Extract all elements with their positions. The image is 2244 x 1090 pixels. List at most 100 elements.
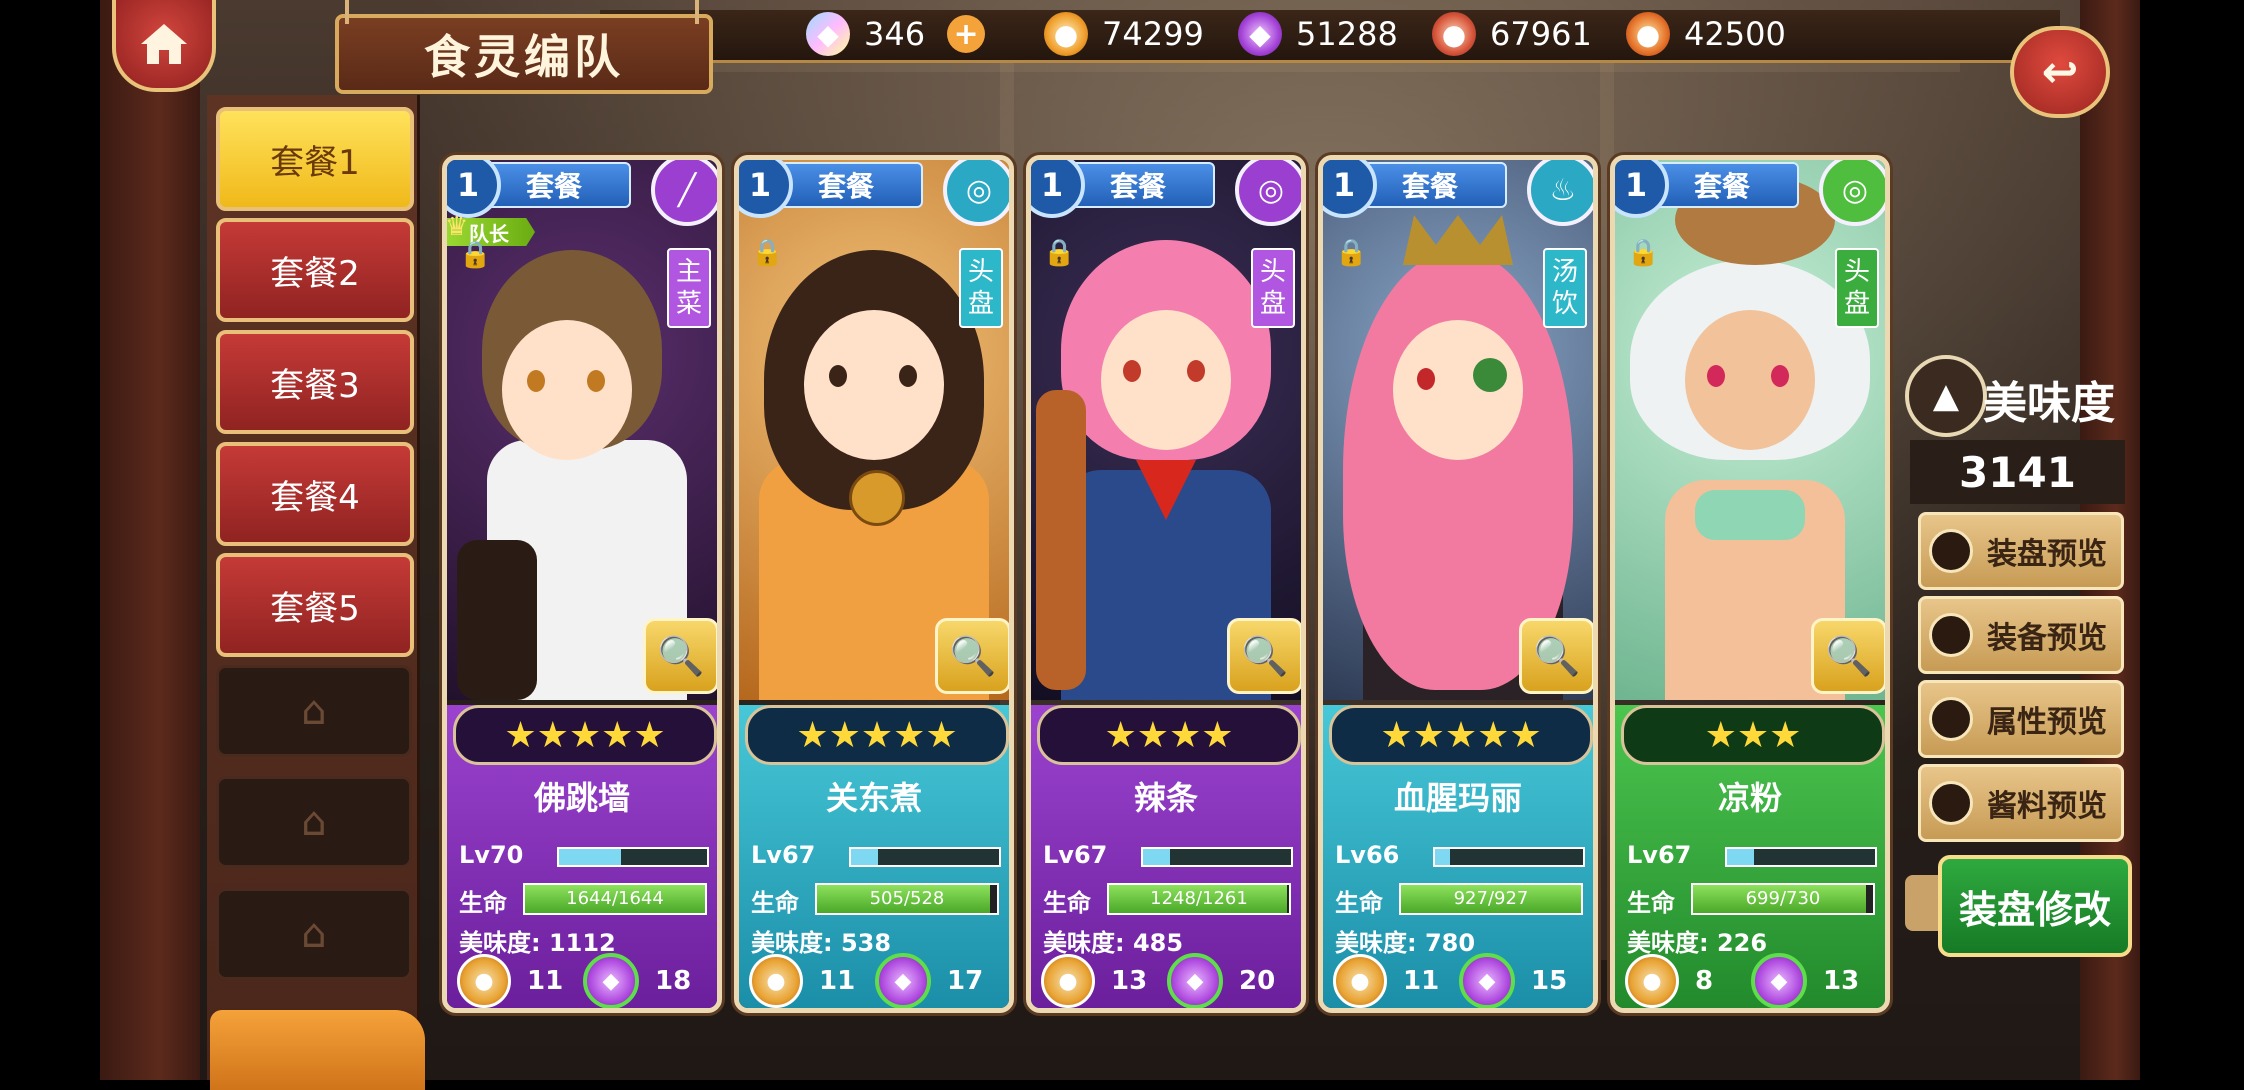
- oil-cost: 8: [1695, 966, 1714, 996]
- attribute-preview-label: 属性预览: [1987, 705, 2107, 740]
- exp-bar: [1141, 847, 1293, 867]
- tab-set-3[interactable]: 套餐3: [216, 330, 414, 434]
- home-button[interactable]: [112, 0, 216, 92]
- cost-row: ● 13 ◆ 20: [1041, 953, 1293, 1008]
- hp-bar: 699/730: [1691, 883, 1875, 915]
- swim-top: [1695, 490, 1805, 540]
- magnify-icon: 🔍: [1825, 633, 1873, 678]
- magnify-button[interactable]: 🔍: [1811, 618, 1885, 694]
- hp-label: 生命: [751, 889, 799, 917]
- rainbow-crystal-icon: ◆: [806, 12, 850, 56]
- locked-set-slot[interactable]: ⌂: [216, 888, 412, 980]
- bottom-orange-tab[interactable]: [210, 1010, 425, 1090]
- resource-meat: ● 67961: [1432, 12, 1592, 56]
- magnify-button[interactable]: 🔍: [935, 618, 1009, 694]
- tab-set-2[interactable]: 套餐2: [216, 218, 414, 322]
- gold-count: 42500: [1684, 15, 1786, 53]
- hp-value: 505/528: [869, 888, 945, 909]
- oil-cost: 11: [1403, 966, 1440, 996]
- tab-set-1[interactable]: 套餐1: [216, 107, 414, 211]
- cloche-lock-icon: ⌂: [301, 688, 327, 734]
- hp-value: 1644/1644: [566, 888, 664, 909]
- star-rating: ★★★★: [1037, 705, 1301, 765]
- hp-value: 927/927: [1453, 888, 1529, 909]
- taste-value: 美味度: 538: [751, 929, 892, 957]
- exp-fill: [851, 849, 878, 865]
- total-taste-number: 3141: [1959, 447, 2076, 497]
- tab-set-5[interactable]: 套餐5: [216, 553, 414, 657]
- lock-icon: 🔒: [751, 238, 784, 268]
- star-rating: ★★★★★: [745, 705, 1009, 765]
- attribute-preview-button[interactable]: 属性预览: [1918, 680, 2124, 758]
- cost-row: ● 8 ◆ 13: [1625, 953, 1877, 1008]
- star-icons: ★★★★: [1104, 714, 1234, 756]
- sauce-preview-label: 酱料预览: [1987, 789, 2107, 824]
- character-face: [1685, 310, 1815, 450]
- taste-value: 美味度: 485: [1043, 929, 1184, 957]
- food-soul-card-2[interactable]: 1 套餐 ◎ 头盘 🔒 🔍 ★★★★★ 关东煮 Lv67 生命 505/528 …: [734, 155, 1014, 1013]
- hp-label: 生命: [1043, 889, 1091, 917]
- plating-preview-button[interactable]: 装盘预览: [1918, 512, 2124, 590]
- character-face: [1101, 310, 1231, 450]
- position-number: 1: [456, 166, 480, 204]
- character-name: 凉粉: [1717, 779, 1782, 817]
- food-soul-card-1[interactable]: 1 套餐 ╱ 主菜 ♛ 队长 🔒 🔍 ★★★★★ 佛跳墙 Lv70 生命 164…: [442, 155, 722, 1013]
- oil-cost: 13: [1111, 966, 1148, 996]
- cloche-lock-icon: ⌂: [301, 799, 327, 845]
- magnify-button[interactable]: 🔍: [643, 618, 717, 694]
- hp-label: 生命: [1335, 889, 1383, 917]
- sauce-preview-button[interactable]: 酱料预览: [1918, 764, 2124, 842]
- food-soul-card-4[interactable]: 1 套餐 ♨ 汤饮 🔒 🔍 ★★★★★ 血腥玛丽 Lv66 生命 927/927…: [1318, 155, 1598, 1013]
- food-soul-card-5[interactable]: 1 套餐 ◎ 头盘 🔒 🔍 ★★★ 凉粉 Lv67 生命 699/730 美味度…: [1610, 155, 1890, 1013]
- hp-bar: 505/528: [815, 883, 999, 915]
- locked-set-slot[interactable]: ⌂: [216, 776, 412, 868]
- star-rating: ★★★★★: [1329, 705, 1593, 765]
- type-tag: 汤饮: [1543, 248, 1587, 328]
- card-info: ★★★★★ 佛跳墙 Lv70 生命 1644/1644 美味度: 1112 ● …: [447, 705, 717, 1008]
- card-info: ★★★★★ 关东煮 Lv67 生命 505/528 美味度: 538 ● 11 …: [739, 705, 1009, 1008]
- oil-flask-icon: ●: [1041, 954, 1095, 1008]
- star-icons: ★★★★★: [504, 714, 666, 756]
- plating-preview-label: 装盘预览: [1987, 537, 2107, 572]
- purple-gem-icon: ◆: [583, 953, 639, 1008]
- modify-plating-button[interactable]: 装盘修改: [1938, 855, 2132, 957]
- rope-left: [345, 0, 349, 24]
- hp-bar: 1248/1261: [1107, 883, 1291, 915]
- star-icons: ★★★★★: [796, 714, 958, 756]
- character-eye: [1417, 368, 1435, 390]
- exp-bar: [557, 847, 709, 867]
- soup-drink-type-icon: ♨: [1527, 160, 1593, 226]
- lock-icon: 🔒: [459, 240, 492, 270]
- tab-set-4[interactable]: 套餐4: [216, 442, 414, 546]
- set-badge-label: 套餐: [1401, 170, 1458, 203]
- gem-cost: 18: [655, 966, 692, 996]
- magnify-button[interactable]: 🔍: [1519, 618, 1593, 694]
- locked-set-slot[interactable]: ⌂: [216, 665, 412, 757]
- resource-gold: ● 42500: [1626, 12, 1786, 56]
- back-arrow-icon: ↩: [2041, 46, 2079, 98]
- level-label: Lv66: [1335, 841, 1400, 869]
- type-tag-label: 头盘: [967, 257, 994, 319]
- food-soul-card-3[interactable]: 1 套餐 ◎ 头盘 🔒 🔍 ★★★★ 辣条 Lv67 生命 1248/1261 …: [1026, 155, 1306, 1013]
- hp-bar: 927/927: [1399, 883, 1583, 915]
- add-crystal-button[interactable]: +: [947, 15, 986, 53]
- hp-label: 生命: [459, 889, 507, 917]
- character-eye: [1187, 360, 1205, 382]
- equipment-preview-button[interactable]: 装备预览: [1918, 596, 2124, 674]
- magnify-icon: 🔍: [1533, 633, 1581, 678]
- gem-count: 51288: [1296, 15, 1398, 53]
- back-button[interactable]: ↩: [2010, 26, 2110, 118]
- crystal-count: 346: [864, 15, 926, 53]
- character-name: 佛跳墙: [533, 779, 630, 817]
- radio-dot-icon: [1929, 697, 1973, 741]
- oil-cost: 11: [819, 966, 856, 996]
- magnify-button[interactable]: 🔍: [1227, 618, 1301, 694]
- page-title: 食灵编队: [335, 14, 713, 94]
- total-taste-value: 3141: [1910, 440, 2125, 504]
- eyepatch: [1473, 358, 1507, 392]
- bell-ornament: [849, 470, 905, 526]
- taste-value: 美味度: 1112: [459, 929, 616, 957]
- exp-fill: [1727, 849, 1754, 865]
- exp-bar: [1433, 847, 1585, 867]
- character-name: 辣条: [1133, 779, 1198, 817]
